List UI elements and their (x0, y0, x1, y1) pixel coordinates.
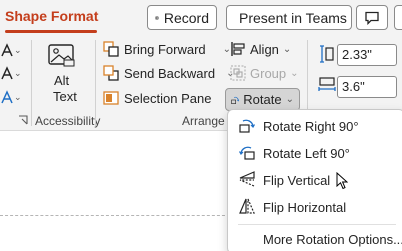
chevron-down-icon: ⌄ (290, 67, 299, 79)
alt-text-label-line1: Alt (54, 73, 70, 88)
send-backward-label: Send Backward (124, 65, 216, 81)
alt-text-button[interactable] (47, 42, 77, 73)
text-outline-icon[interactable]: ⌄ (0, 66, 22, 85)
menu-item-rotate-right[interactable]: Rotate Right 90° (228, 113, 402, 139)
rotate-right-icon (239, 119, 256, 133)
rotate-left-icon (238, 146, 255, 160)
text-fill-icon[interactable]: ⌄ (0, 43, 22, 62)
comment-icon (365, 11, 379, 25)
share-button[interactable] (394, 5, 402, 30)
selection-pane-icon (103, 91, 119, 105)
group-separator (31, 40, 32, 126)
chevron-down-icon: ⌄ (282, 43, 292, 55)
selection-pane-button[interactable]: Selection Pane (103, 90, 211, 106)
selection-pane-label: Selection Pane (124, 90, 212, 106)
shape-height-input[interactable]: 2.33" (337, 44, 397, 66)
menu-item-label: Rotate Left 90° (263, 145, 350, 161)
rotate-dropdown-menu: Rotate Right 90° Rotate Left 90° Flip Ve… (227, 109, 402, 251)
menu-separator (238, 224, 396, 225)
shape-width-input[interactable]: 3.6" (337, 76, 397, 98)
menu-item-label: Rotate Right 90° (263, 118, 359, 134)
alt-text-icon (48, 44, 75, 67)
menu-item-flip-vertical[interactable]: Flip Vertical (228, 167, 402, 193)
comments-button[interactable] (356, 5, 388, 30)
rotate-icon (231, 96, 240, 104)
mouse-pointer-icon (336, 172, 348, 190)
group-label: Group (250, 65, 287, 81)
record-button[interactable]: Record (147, 5, 217, 30)
align-label: Align (250, 41, 279, 57)
bring-forward-icon (103, 41, 119, 57)
present-in-teams-button[interactable]: Present in Teams (226, 5, 352, 30)
menu-item-more-rotation-options[interactable]: More Rotation Options... (228, 226, 402, 251)
group-button[interactable]: Group ⌄ (230, 65, 299, 81)
flip-vertical-icon (239, 171, 255, 187)
svg-text:⌄: ⌄ (14, 93, 22, 103)
svg-text:⌄: ⌄ (14, 46, 22, 56)
active-tab-indicator (5, 30, 97, 33)
record-label: Record (163, 9, 209, 26)
tab-shape-format[interactable]: Shape Format (5, 8, 98, 24)
menu-item-flip-horizontal[interactable]: Flip Horizontal (228, 194, 402, 220)
record-icon (155, 15, 159, 20)
menu-item-rotate-left[interactable]: Rotate Left 90° (228, 140, 402, 166)
bring-forward-button[interactable]: Bring Forward ⌄ (103, 41, 231, 57)
rotate-button[interactable]: Rotate ⌄ (225, 88, 300, 111)
shape-width-icon (318, 77, 336, 96)
menu-item-label: More Rotation Options... (263, 231, 402, 247)
menu-item-label: Flip Horizontal (263, 199, 347, 215)
group-icon (230, 65, 246, 81)
group-separator (95, 40, 96, 126)
present-in-teams-label: Present in Teams (239, 9, 347, 26)
dialog-launcher-icon[interactable] (18, 113, 28, 128)
align-button[interactable]: Align ⌄ (230, 41, 291, 57)
align-icon (231, 42, 245, 56)
accessibility-group-label: Accessibility (35, 114, 101, 128)
title-tab-bar: Shape Format Record Present in Teams (0, 0, 402, 36)
menu-item-label: Flip Vertical (263, 172, 331, 188)
send-backward-icon (103, 65, 119, 81)
placeholder-border (0, 215, 230, 216)
flip-horizontal-icon (239, 198, 255, 214)
send-backward-button[interactable]: Send Backward ⌄ (103, 65, 234, 81)
arrange-group-label: Arrange (182, 114, 225, 128)
bring-forward-label: Bring Forward (124, 41, 206, 57)
chevron-down-icon: ⌄ (285, 94, 294, 105)
rotate-label: Rotate (243, 92, 282, 107)
shape-height-icon (318, 45, 334, 66)
alt-text-label-line2: Text (53, 89, 77, 104)
text-effects-icon[interactable]: ⌄ (0, 90, 22, 109)
svg-text:⌄: ⌄ (14, 69, 22, 79)
